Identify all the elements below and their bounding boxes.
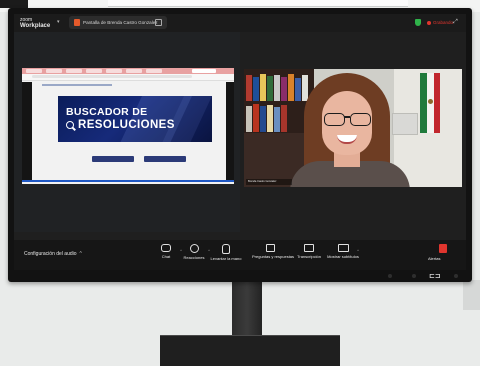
meeting-toolbar: Configuración del audio ^ ^ Chat ^ Reacci…: [14, 240, 466, 270]
browser-tab: [46, 69, 62, 73]
qa-label: Preguntas y respuestas: [252, 254, 295, 259]
recording-label[interactable]: Grabando: [433, 20, 453, 25]
monitor-button[interactable]: [412, 274, 416, 278]
background-object: [0, 0, 28, 8]
shared-page-button: [92, 156, 134, 162]
page-footer-line: [22, 180, 234, 182]
browser-tab: [86, 69, 102, 73]
reactions-button[interactable]: ^ Reacciones: [176, 244, 212, 260]
browser-tab: [126, 69, 142, 73]
chevron-up-icon[interactable]: ^: [80, 251, 82, 257]
monitor-input-icon[interactable]: ⊏⊐: [429, 272, 441, 280]
audio-settings-label: Configuración del audio: [24, 251, 77, 257]
browser-tab: [106, 69, 122, 73]
shared-page-button: [144, 156, 186, 162]
browser-tab: [26, 69, 42, 73]
expand-icon[interactable]: ⤢: [453, 19, 458, 26]
glasses: [324, 113, 371, 126]
recording-dot-icon: [427, 21, 431, 25]
shared-screen-content: BUSCADOR DE RESOLUCIONES: [22, 68, 234, 184]
background-monitor: [108, 0, 408, 7]
screen-share-tab[interactable]: Pantalla de Brenda Castro Gonzalez: [69, 16, 167, 29]
transcript-button[interactable]: Transcripción: [291, 244, 327, 259]
captions-label: Mostrar subtítulos: [327, 254, 359, 259]
share-app-icon: [74, 19, 80, 26]
chat-icon: [161, 244, 171, 252]
background-object: [463, 280, 480, 310]
monitor-button[interactable]: [388, 274, 392, 278]
reactions-icon: [189, 244, 199, 253]
audio-settings-button[interactable]: Configuración del audio ^: [24, 251, 82, 257]
alerts-icon[interactable]: [439, 244, 447, 253]
alerts-label[interactable]: Alertas: [428, 256, 440, 261]
monitor-power-button[interactable]: [454, 274, 458, 278]
captions-icon: [337, 244, 349, 252]
printer: [392, 113, 418, 135]
chevron-up-icon[interactable]: ^: [357, 248, 359, 253]
search-banner: BUSCADOR DE RESOLUCIONES: [58, 96, 212, 142]
browser-tab: [146, 69, 162, 73]
participant-name: Brenda Castro Gonzalez: [248, 180, 277, 183]
participant-name-tag: Brenda Castro Gonzalez: [246, 179, 292, 185]
mexico-flag: [420, 73, 440, 133]
reactions-label: Reacciones: [183, 255, 205, 260]
monitor-stand-base: [160, 335, 340, 366]
browser-tab-active: [192, 69, 216, 73]
security-shield-icon[interactable]: [415, 19, 421, 26]
transcript-icon: [304, 244, 314, 252]
page-margin: [226, 82, 234, 182]
participant-video[interactable]: Brenda Castro Gonzalez: [244, 69, 462, 187]
raise-hand-label: Levantar la mano: [210, 256, 242, 261]
raise-hand-button[interactable]: Levantar la mano: [208, 244, 244, 261]
tab-title: Pantalla de Brenda Castro Gonzalez: [83, 20, 158, 25]
monitor-stand-neck: [232, 281, 262, 341]
search-icon: [66, 121, 74, 129]
transcript-label: Transcripción: [297, 254, 321, 259]
zoom-window: zoom Workplace ▾ Pantalla de Brenda Cast…: [14, 14, 466, 270]
monitor: zoom Workplace ▾ Pantalla de Brenda Cast…: [8, 8, 472, 282]
browser-address-bar: [22, 74, 234, 81]
monitor-bezel: ⊏⊐: [8, 270, 472, 282]
breadcrumb: [42, 84, 112, 86]
brand-line2: Workplace: [20, 23, 51, 29]
captions-button[interactable]: ^ Mostrar subtítulos: [325, 244, 361, 259]
browser-tab: [66, 69, 82, 73]
zoom-logo: zoom Workplace: [20, 17, 50, 29]
banner-title-line1: BUSCADOR DE: [66, 106, 148, 118]
page-margin: [22, 82, 32, 182]
view-options-icon[interactable]: [155, 19, 162, 26]
chevron-down-icon[interactable]: ▾: [57, 19, 60, 25]
qa-icon: [265, 244, 275, 252]
title-bar: zoom Workplace ▾ Pantalla de Brenda Cast…: [14, 14, 466, 32]
banner-title-line2: RESOLUCIONES: [78, 119, 175, 131]
raise-hand-icon: [222, 244, 230, 254]
qa-button[interactable]: Preguntas y respuestas: [252, 244, 295, 259]
